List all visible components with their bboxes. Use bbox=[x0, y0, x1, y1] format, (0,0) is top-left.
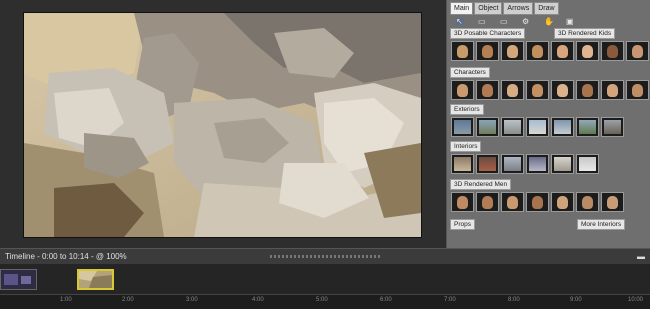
clip-thumbnail bbox=[1, 270, 36, 289]
ruler-tick: 7:00 bbox=[444, 297, 456, 303]
posable-thumbs bbox=[451, 41, 549, 61]
ruler-tick: 1:00 bbox=[60, 297, 72, 303]
exterior-thumb[interactable] bbox=[451, 117, 474, 137]
section-characters[interactable]: Characters bbox=[450, 67, 490, 78]
clip-thumbnail bbox=[79, 271, 112, 288]
ruler-tick: 3:00 bbox=[186, 297, 198, 303]
character-thumb[interactable] bbox=[501, 41, 524, 61]
exterior-thumb[interactable] bbox=[526, 117, 549, 137]
section-posable-characters[interactable]: 3D Posable Characters bbox=[450, 28, 526, 39]
character-thumb[interactable] bbox=[601, 192, 624, 212]
section-rendered-men[interactable]: 3D Rendered Men bbox=[450, 179, 512, 190]
section-props[interactable]: Props bbox=[450, 219, 475, 230]
interior-thumb[interactable] bbox=[551, 154, 574, 174]
section-interiors[interactable]: Interiors bbox=[450, 141, 482, 152]
timeline-ruler: 1:00 2:00 3:00 4:00 5:00 6:00 7:00 8:00 … bbox=[0, 294, 650, 309]
character-thumb[interactable] bbox=[501, 80, 524, 100]
tab-draw[interactable]: Draw bbox=[534, 2, 559, 15]
stage-area bbox=[0, 0, 446, 248]
character-thumb[interactable] bbox=[551, 41, 574, 61]
camera-icon[interactable]: ▣ bbox=[566, 17, 574, 25]
timeline-label: Timeline - 0:00 to 10:14 - @ 100% bbox=[5, 252, 127, 261]
rectangle-icon[interactable]: ▭ bbox=[478, 17, 486, 25]
character-thumb[interactable] bbox=[451, 192, 474, 212]
rock-scene-image bbox=[24, 13, 421, 237]
kids-thumbs bbox=[551, 41, 649, 61]
exterior-thumb[interactable] bbox=[501, 117, 524, 137]
men-thumbs bbox=[451, 192, 624, 212]
tab-arrows[interactable]: Arrows bbox=[503, 2, 534, 15]
interiors-thumbs bbox=[451, 154, 599, 174]
interior-thumb[interactable] bbox=[576, 154, 599, 174]
hand-icon[interactable]: ✋ bbox=[544, 17, 554, 25]
exterior-thumb[interactable] bbox=[576, 117, 599, 137]
character-thumb[interactable] bbox=[501, 192, 524, 212]
ruler-tick: 5:00 bbox=[316, 297, 328, 303]
character-thumb[interactable] bbox=[451, 41, 474, 61]
character-thumb[interactable] bbox=[476, 80, 499, 100]
character-thumb[interactable] bbox=[476, 41, 499, 61]
exteriors-thumbs bbox=[451, 117, 624, 137]
character-thumb[interactable] bbox=[451, 80, 474, 100]
character-thumb[interactable] bbox=[576, 41, 599, 61]
library-panel: Main Object Arrows Draw ↖ ▭ ▭ ⚙ ✋ ▣ 3D P… bbox=[446, 0, 650, 248]
section-rendered-kids[interactable]: 3D Rendered Kids bbox=[554, 28, 616, 39]
character-thumb[interactable] bbox=[551, 192, 574, 212]
panel-toolbar: ↖ ▭ ▭ ⚙ ✋ ▣ bbox=[450, 16, 650, 26]
monitor-icon[interactable]: ▭ bbox=[500, 17, 508, 25]
character-thumb[interactable] bbox=[576, 192, 599, 212]
character-thumb[interactable] bbox=[626, 80, 649, 100]
interior-thumb[interactable] bbox=[501, 154, 524, 174]
character-thumb[interactable] bbox=[576, 80, 599, 100]
ruler-tick: 6:00 bbox=[380, 297, 392, 303]
character-thumb[interactable] bbox=[626, 41, 649, 61]
section-more-interiors[interactable]: More Interiors bbox=[577, 219, 626, 230]
exterior-thumb[interactable] bbox=[476, 117, 499, 137]
timeline-clip-selected[interactable] bbox=[77, 269, 114, 290]
character-thumb[interactable] bbox=[526, 80, 549, 100]
ruler-tick: 4:00 bbox=[252, 297, 264, 303]
ruler-tick: 10:00 bbox=[628, 297, 644, 303]
character-thumb[interactable] bbox=[601, 80, 624, 100]
panel-tabs: Main Object Arrows Draw bbox=[450, 2, 560, 15]
character-thumb[interactable] bbox=[526, 192, 549, 212]
character-thumb[interactable] bbox=[601, 41, 624, 61]
ruler-tick: 2:00 bbox=[122, 297, 134, 303]
interior-thumb[interactable] bbox=[476, 154, 499, 174]
close-icon[interactable]: ▬ bbox=[636, 252, 646, 261]
gear-icon[interactable]: ⚙ bbox=[522, 17, 530, 25]
timeline-clip[interactable] bbox=[0, 269, 37, 290]
character-thumb[interactable] bbox=[551, 80, 574, 100]
ruler-tick: 9:00 bbox=[570, 297, 582, 303]
exterior-thumb[interactable] bbox=[551, 117, 574, 137]
characters-thumbs bbox=[451, 80, 649, 100]
timeline-header: Timeline - 0:00 to 10:14 - @ 100% ▬ bbox=[0, 248, 650, 265]
interior-thumb[interactable] bbox=[526, 154, 549, 174]
interior-thumb[interactable] bbox=[451, 154, 474, 174]
pointer-icon[interactable]: ↖ bbox=[456, 17, 464, 25]
character-thumb[interactable] bbox=[526, 41, 549, 61]
character-thumb[interactable] bbox=[476, 192, 499, 212]
tab-main[interactable]: Main bbox=[450, 2, 474, 15]
tab-object[interactable]: Object bbox=[474, 2, 503, 15]
resize-grip[interactable] bbox=[270, 255, 380, 258]
exterior-thumb[interactable] bbox=[601, 117, 624, 137]
section-exteriors[interactable]: Exteriors bbox=[450, 104, 484, 115]
ruler-tick: 8:00 bbox=[508, 297, 520, 303]
scene-canvas[interactable] bbox=[23, 12, 422, 238]
